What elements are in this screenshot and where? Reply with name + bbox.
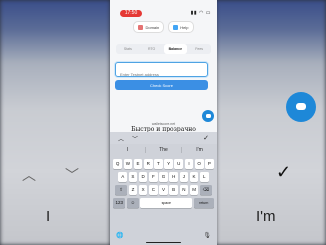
key-h[interactable]: H (169, 171, 179, 182)
key-n[interactable]: N (179, 184, 189, 195)
chevron-down-icon[interactable]: ﹀ (132, 134, 138, 143)
home-indicator (146, 241, 181, 243)
emoji-key[interactable]: ☺ (126, 197, 139, 208)
key-c[interactable]: C (148, 184, 158, 195)
key-v[interactable]: V (159, 184, 168, 195)
ghost-chat-icon (286, 92, 316, 122)
tab-rto[interactable]: RTO (140, 44, 164, 54)
key-t[interactable]: T (154, 158, 163, 169)
return-key[interactable]: return (193, 197, 214, 208)
nav-domain-button[interactable]: Domain (133, 21, 165, 33)
key-o[interactable]: O (194, 158, 204, 169)
ghost-suggestion-left: I (46, 208, 51, 225)
numbers-key[interactable]: 123 (113, 197, 126, 208)
key-q[interactable]: Q (113, 158, 122, 169)
key-y[interactable]: Y (164, 158, 173, 169)
ghost-chevron-up-icon: ︿ (22, 167, 36, 183)
suggestion-3[interactable]: I'm (182, 147, 217, 153)
key-i[interactable]: I (184, 158, 194, 169)
key-p[interactable]: P (205, 158, 214, 169)
shift-key[interactable]: ⇧ (115, 184, 128, 195)
tab-bar: Stats RTO Balance Fees (116, 44, 211, 54)
key-a[interactable]: A (118, 171, 128, 182)
key-k[interactable]: K (189, 171, 199, 182)
key-row-1: QWERTYUIOP (110, 158, 217, 169)
key-g[interactable]: G (159, 171, 168, 182)
key-b[interactable]: B (169, 184, 179, 195)
key-u[interactable]: U (174, 158, 184, 169)
ghost-chevron-down-icon: ﹀ (65, 167, 79, 183)
nav-help-button[interactable]: Help (168, 21, 194, 33)
keyboard-bottom: 🌐 🎙 (116, 232, 211, 239)
ghost-check-icon: ✓ (276, 162, 292, 182)
key-s[interactable]: S (128, 171, 138, 182)
key-l[interactable]: L (199, 171, 209, 182)
status-icons: ▮▮ ◠ ▭ (190, 10, 211, 16)
top-nav: Domain Help (110, 21, 217, 33)
help-icon (173, 24, 179, 30)
ghost-suggestion-right: I'm (256, 208, 276, 225)
address-input-wrapper (115, 62, 208, 81)
key-m[interactable]: M (189, 184, 199, 195)
tab-fees[interactable]: Fees (187, 44, 211, 54)
key-j[interactable]: J (179, 171, 189, 182)
keyboard-toolbar: ︿ ﹀ ✓ (110, 132, 217, 144)
suggestion-1[interactable]: I (110, 147, 146, 153)
tab-balance[interactable]: Balance (163, 44, 188, 54)
key-row-3: ⇧ ZXCVBNM ⌫ (110, 184, 217, 195)
key-z[interactable]: Z (128, 184, 138, 195)
key-r[interactable]: R (143, 158, 153, 169)
suggestion-2[interactable]: The (146, 147, 182, 153)
status-time: 17:50 (120, 10, 142, 17)
chat-icon[interactable] (202, 110, 214, 122)
globe-icon[interactable]: 🌐 (116, 232, 123, 239)
check-score-button[interactable]: Check Score (115, 80, 208, 90)
mic-icon[interactable]: 🎙 (203, 232, 211, 239)
status-bar: 17:50 ▮▮ ◠ ▭ (110, 0, 217, 18)
background-left (0, 0, 110, 245)
domain-icon (138, 24, 144, 30)
key-e[interactable]: E (133, 158, 143, 169)
suggestion-bar: I The I'm (110, 144, 217, 156)
key-d[interactable]: D (138, 171, 148, 182)
key-x[interactable]: X (138, 184, 148, 195)
key-w[interactable]: W (123, 158, 133, 169)
tab-stats[interactable]: Stats (116, 44, 140, 54)
key-row-4: 123 ☺ space return (110, 197, 217, 208)
key-f[interactable]: F (148, 171, 158, 182)
key-row-2: ASDFGHJKL (110, 171, 217, 182)
keyboard: I The I'm QWERTYUIOP ASDFGHJKL ⇧ ZXCVBNM… (110, 144, 217, 245)
nav-help-label: Help (180, 24, 189, 30)
delete-key[interactable]: ⌫ (199, 184, 212, 195)
space-key[interactable]: space (140, 197, 193, 208)
chevron-up-icon[interactable]: ︿ (118, 134, 124, 143)
done-check-icon[interactable]: ✓ (203, 134, 209, 142)
nav-domain-label: Domain (145, 24, 160, 30)
phone-screen: 17:50 ▮▮ ◠ ▭ Domain Help Stats RTO Balan… (110, 0, 217, 245)
